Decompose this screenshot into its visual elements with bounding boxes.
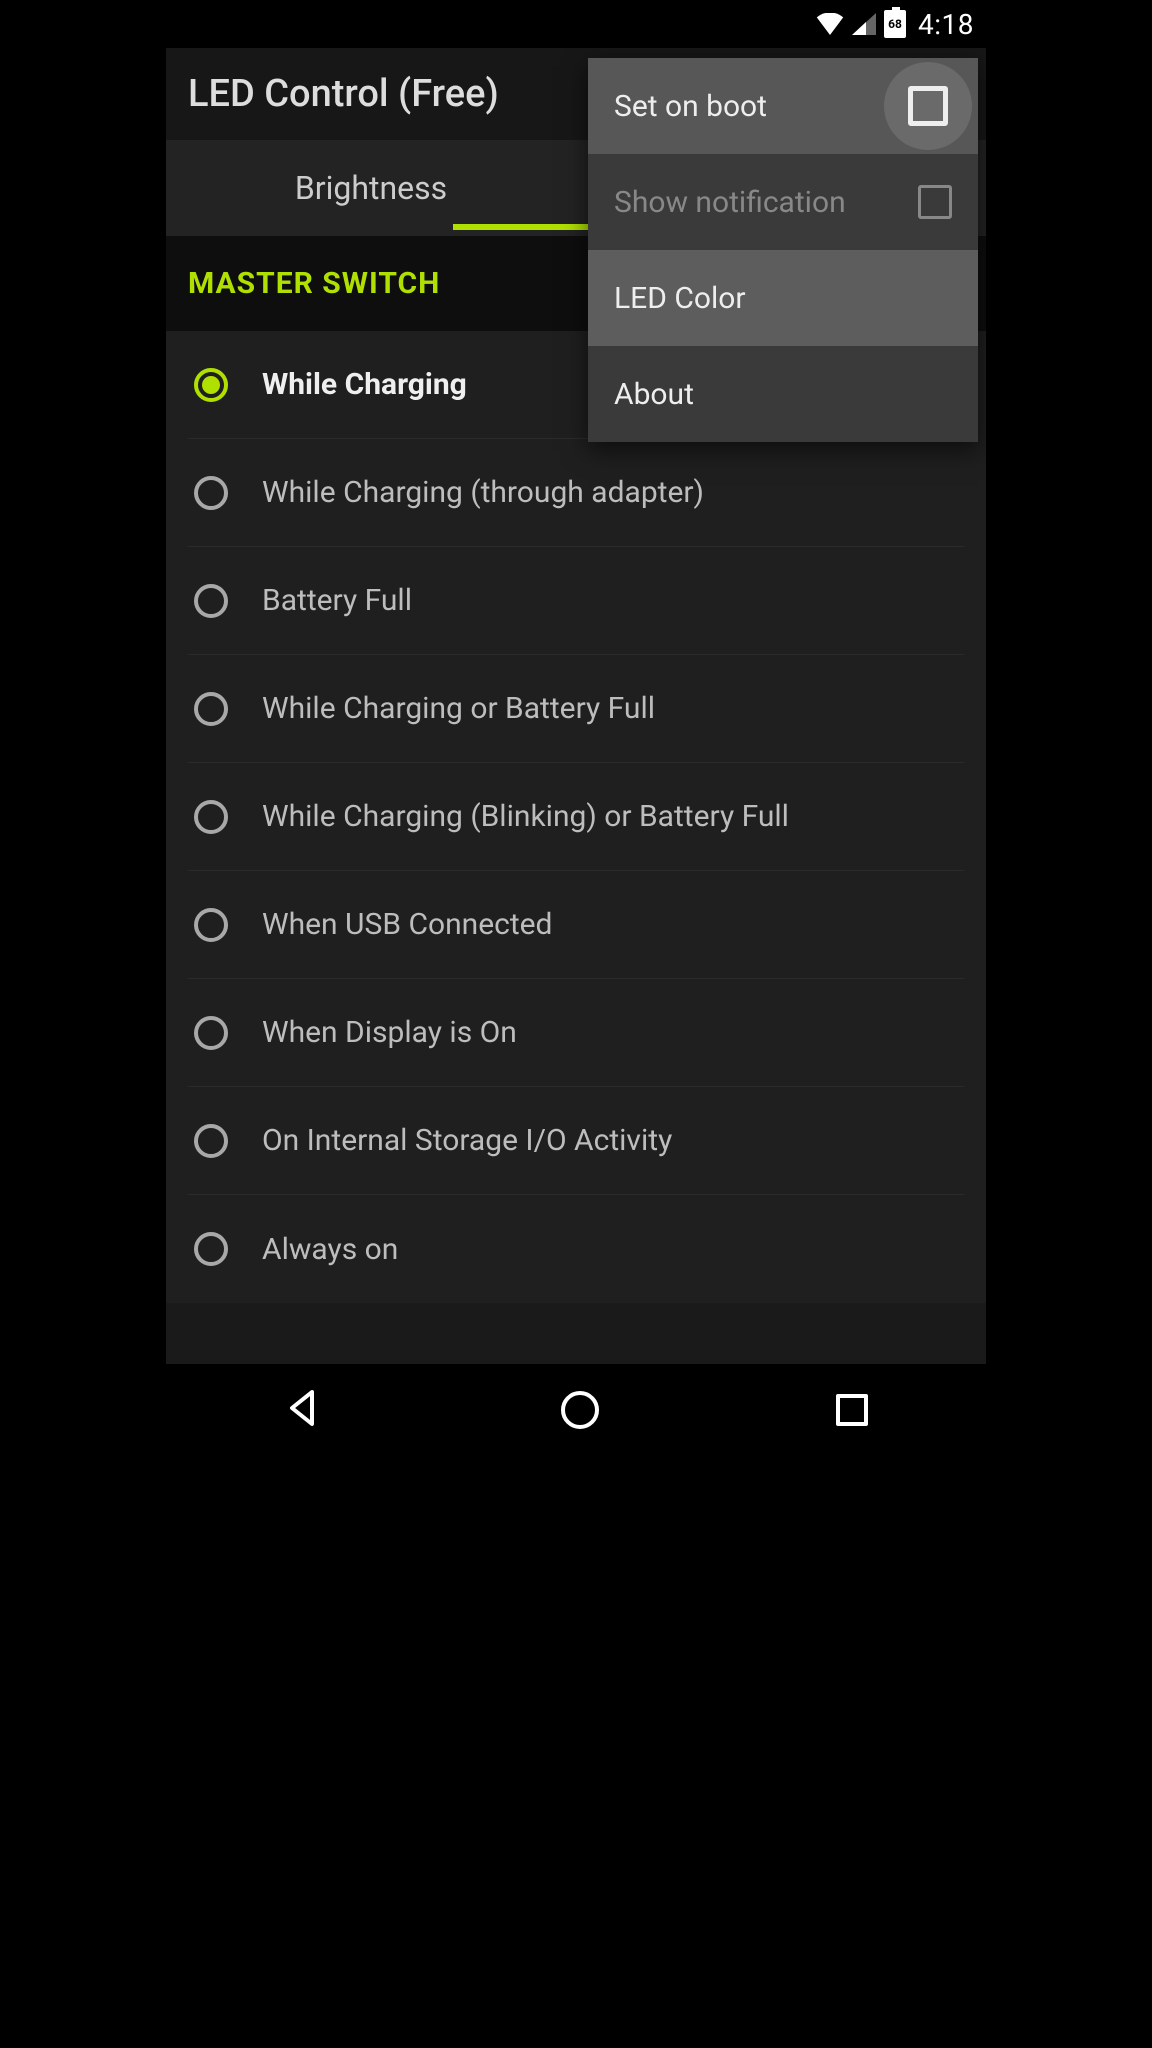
checkbox-touch-ripple xyxy=(884,62,972,150)
radio-icon xyxy=(194,1124,228,1158)
battery-icon: 68 xyxy=(884,10,906,38)
android-nav-bar xyxy=(166,1364,986,1456)
checkbox-icon[interactable] xyxy=(908,86,948,126)
option-label: When Display is On xyxy=(262,1015,517,1050)
radio-icon xyxy=(194,1232,228,1266)
overflow-menu: Set on boot Show notification LED Color … xyxy=(588,58,978,442)
menu-item-set-on-boot[interactable]: Set on boot xyxy=(588,58,978,154)
option-charging-or-full[interactable]: While Charging or Battery Full xyxy=(188,655,964,763)
option-while-charging-adapter[interactable]: While Charging (through adapter) xyxy=(188,439,964,547)
tab-indicator xyxy=(453,224,592,230)
circle-icon xyxy=(561,1391,599,1429)
status-bar: 68 4:18 xyxy=(166,0,986,48)
radio-icon xyxy=(194,908,228,942)
tab-brightness[interactable]: Brightness xyxy=(166,140,576,236)
option-internal-storage-io[interactable]: On Internal Storage I/O Activity xyxy=(188,1087,964,1195)
menu-item-label: LED Color xyxy=(614,281,746,316)
nav-home-button[interactable] xyxy=(561,1391,599,1429)
menu-item-label: Show notification xyxy=(614,185,846,220)
clock: 4:18 xyxy=(918,8,974,41)
app-title: LED Control (Free) xyxy=(188,72,499,116)
square-icon xyxy=(836,1394,868,1426)
option-display-on[interactable]: When Display is On xyxy=(188,979,964,1087)
nav-recent-button[interactable] xyxy=(836,1394,868,1426)
menu-item-show-notification[interactable]: Show notification xyxy=(588,154,978,250)
app-window: 68 4:18 LED Control (Free) Brightness MA… xyxy=(166,0,986,1456)
option-battery-full[interactable]: Battery Full xyxy=(188,547,964,655)
option-label: While Charging xyxy=(262,367,467,402)
cell-signal-icon xyxy=(852,13,876,35)
menu-item-label: About xyxy=(614,377,694,412)
option-always-on[interactable]: Always on xyxy=(188,1195,964,1303)
option-usb-connected[interactable]: When USB Connected xyxy=(188,871,964,979)
wifi-icon xyxy=(816,13,844,35)
checkbox-icon[interactable] xyxy=(918,185,952,219)
option-label: While Charging or Battery Full xyxy=(262,691,655,726)
radio-icon xyxy=(194,584,228,618)
radio-icon xyxy=(194,1016,228,1050)
menu-item-led-color[interactable]: LED Color xyxy=(588,250,978,346)
radio-icon xyxy=(194,800,228,834)
menu-item-about[interactable]: About xyxy=(588,346,978,442)
option-label: While Charging (through adapter) xyxy=(262,475,704,510)
battery-percent: 68 xyxy=(888,17,902,31)
option-label: Battery Full xyxy=(262,583,412,618)
options-list: While Charging While Charging (through a… xyxy=(166,331,986,1303)
radio-icon xyxy=(194,476,228,510)
option-label: When USB Connected xyxy=(262,907,552,942)
option-charging-blinking-or-full[interactable]: While Charging (Blinking) or Battery Ful… xyxy=(188,763,964,871)
radio-icon xyxy=(194,692,228,726)
option-label: While Charging (Blinking) or Battery Ful… xyxy=(262,799,789,834)
menu-item-label: Set on boot xyxy=(614,89,767,124)
option-label: Always on xyxy=(262,1232,398,1267)
nav-back-button[interactable] xyxy=(284,1388,324,1432)
option-label: On Internal Storage I/O Activity xyxy=(262,1123,672,1158)
radio-icon xyxy=(194,368,228,402)
tab-label: Brightness xyxy=(295,169,447,207)
